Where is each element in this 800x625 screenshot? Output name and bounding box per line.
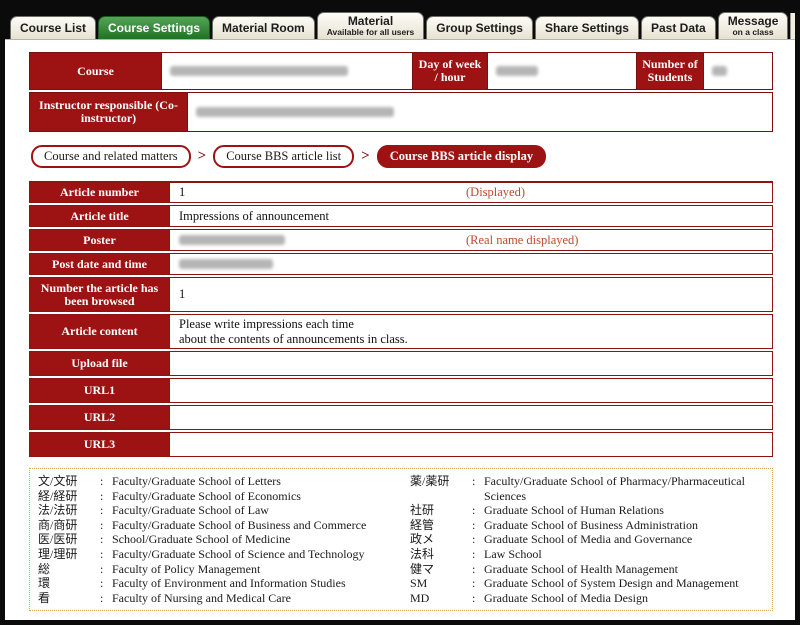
course-header-row-1: Course Day of week / hour Number of Stud… [29,52,773,90]
course-value [162,53,412,89]
tab-message-subtitle: on a class [728,28,779,37]
breadcrumb-course-related-matters[interactable]: Course and related matters [31,145,191,168]
article-number-label: Article number [30,183,170,202]
breadcrumb: Course and related matters > Course BBS … [31,145,773,168]
legend-item: SM:Graduate School of System Design and … [410,576,764,591]
blurred-instructor-value [196,107,394,117]
number-of-students-label: Number of Students [636,53,704,89]
legend-item: 健マ:Graduate School of Health Management [410,562,764,577]
article-title-row: Article title Impressions of announcemen… [29,205,773,227]
breadcrumb-separator-icon: > [198,148,207,165]
url2-label: URL2 [30,406,170,429]
legend-item: 経/経研:Faculty/Graduate School of Economic… [38,489,410,504]
instructor-label: Instructor responsible (Co-instructor) [30,93,188,131]
number-of-students-value [704,53,772,89]
tab-bar-spacer [790,13,795,39]
legend-item: 法/法研:Faculty/Graduate School of Law [38,503,410,518]
tab-message[interactable]: Messageon a class [718,12,789,39]
url3-row: URL3 [29,432,773,457]
url1-row: URL1 [29,378,773,403]
url1-value [170,379,772,402]
upload-file-label: Upload file [30,352,170,375]
breadcrumb-course-bbs-article-list[interactable]: Course BBS article list [213,145,354,168]
article-title-value: Impressions of announcement [170,206,772,226]
blurred-course-name [170,66,348,76]
legend-item: 商/商研:Faculty/Graduate School of Business… [38,518,410,533]
url2-row: URL2 [29,405,773,430]
browsed-count-label: Number the article has been browsed [30,278,170,311]
page: Course List Course Settings Material Roo… [5,5,795,620]
day-of-week-value [488,53,636,89]
url3-label: URL3 [30,433,170,456]
upload-file-value [170,352,772,375]
tab-course-list[interactable]: Course List [10,16,96,39]
browsed-count-value: 1 [170,278,772,311]
breadcrumb-separator-icon: > [361,148,370,165]
tab-material-room[interactable]: Material Room [212,16,315,39]
blurred-poster-name [179,235,285,245]
day-of-week-label: Day of week / hour [412,53,488,89]
legend-item: 総:Faculty of Policy Management [38,562,410,577]
article-content-line-1: Please write impressions each time [179,317,354,332]
article-content-line-2: about the contents of announcements in c… [179,332,408,347]
article-title-label: Article title [30,206,170,226]
article-number-value: 1 [179,185,185,200]
url3-value [170,433,772,456]
displayed-note: (Displayed) [466,185,525,200]
legend-item: 理/理研:Faculty/Graduate School of Science … [38,547,410,562]
tab-past-data[interactable]: Past Data [641,16,716,39]
url2-value [170,406,772,429]
tab-share-settings[interactable]: Share Settings [535,16,639,39]
faculty-legend: 文/文研:Faculty/Graduate School of Letters … [29,468,773,611]
tab-course-settings[interactable]: Course Settings [98,16,210,39]
legend-item: 経管:Graduate School of Business Administr… [410,518,764,533]
post-date-value-cell [170,254,772,274]
legend-item: 社研:Graduate School of Human Relations [410,503,764,518]
real-name-displayed-note: (Real name displayed) [466,233,578,248]
tab-material[interactable]: MaterialAvailable for all users [317,12,425,39]
poster-value-cell: (Real name displayed) [170,230,772,250]
legend-item: 看:Faculty of Nursing and Medical Care [38,591,410,606]
article-content-value: Please write impressions each time about… [170,315,772,348]
course-header-row-2: Instructor responsible (Co-instructor) [29,92,773,132]
article-table: Article number 1 (Displayed) Article tit… [29,181,773,457]
faculty-legend-left-column: 文/文研:Faculty/Graduate School of Letters … [38,474,410,605]
faculty-legend-right-column: 薬/薬研:Faculty/Graduate School of Pharmacy… [410,474,764,605]
post-date-row: Post date and time [29,253,773,275]
instructor-value [188,93,772,131]
article-number-value-cell: 1 (Displayed) [170,183,772,202]
article-number-row: Article number 1 (Displayed) [29,181,773,203]
blurred-students-value [712,66,727,76]
blurred-day-value [496,66,538,76]
legend-item: 文/文研:Faculty/Graduate School of Letters [38,474,410,489]
tab-group-settings[interactable]: Group Settings [426,16,533,39]
legend-item: 医/医研:School/Graduate School of Medicine [38,532,410,547]
breadcrumb-course-bbs-article-display: Course BBS article display [377,145,546,168]
poster-label: Poster [30,230,170,250]
legend-item: 政メ:Graduate School of Media and Governan… [410,532,764,547]
legend-item: 法科:Law School [410,547,764,562]
url1-label: URL1 [30,379,170,402]
legend-item: 薬/薬研:Faculty/Graduate School of Pharmacy… [410,474,764,503]
legend-item: 環:Faculty of Environment and Information… [38,576,410,591]
window-frame: Course List Course Settings Material Roo… [0,0,800,625]
upload-file-row: Upload file [29,351,773,376]
blurred-post-date [179,259,273,269]
tab-material-subtitle: Available for all users [327,28,415,37]
article-content-row: Article content Please write impressions… [29,314,773,349]
article-content-label: Article content [30,315,170,348]
browsed-count-row: Number the article has been browsed 1 [29,277,773,312]
legend-item: MD:Graduate School of Media Design [410,591,764,606]
post-date-label: Post date and time [30,254,170,274]
main-content: Course Day of week / hour Number of Stud… [5,39,795,620]
course-header-table: Course Day of week / hour Number of Stud… [29,52,773,132]
tab-bar: Course List Course Settings Material Roo… [5,5,795,39]
poster-row: Poster (Real name displayed) [29,229,773,251]
course-label: Course [30,53,162,89]
